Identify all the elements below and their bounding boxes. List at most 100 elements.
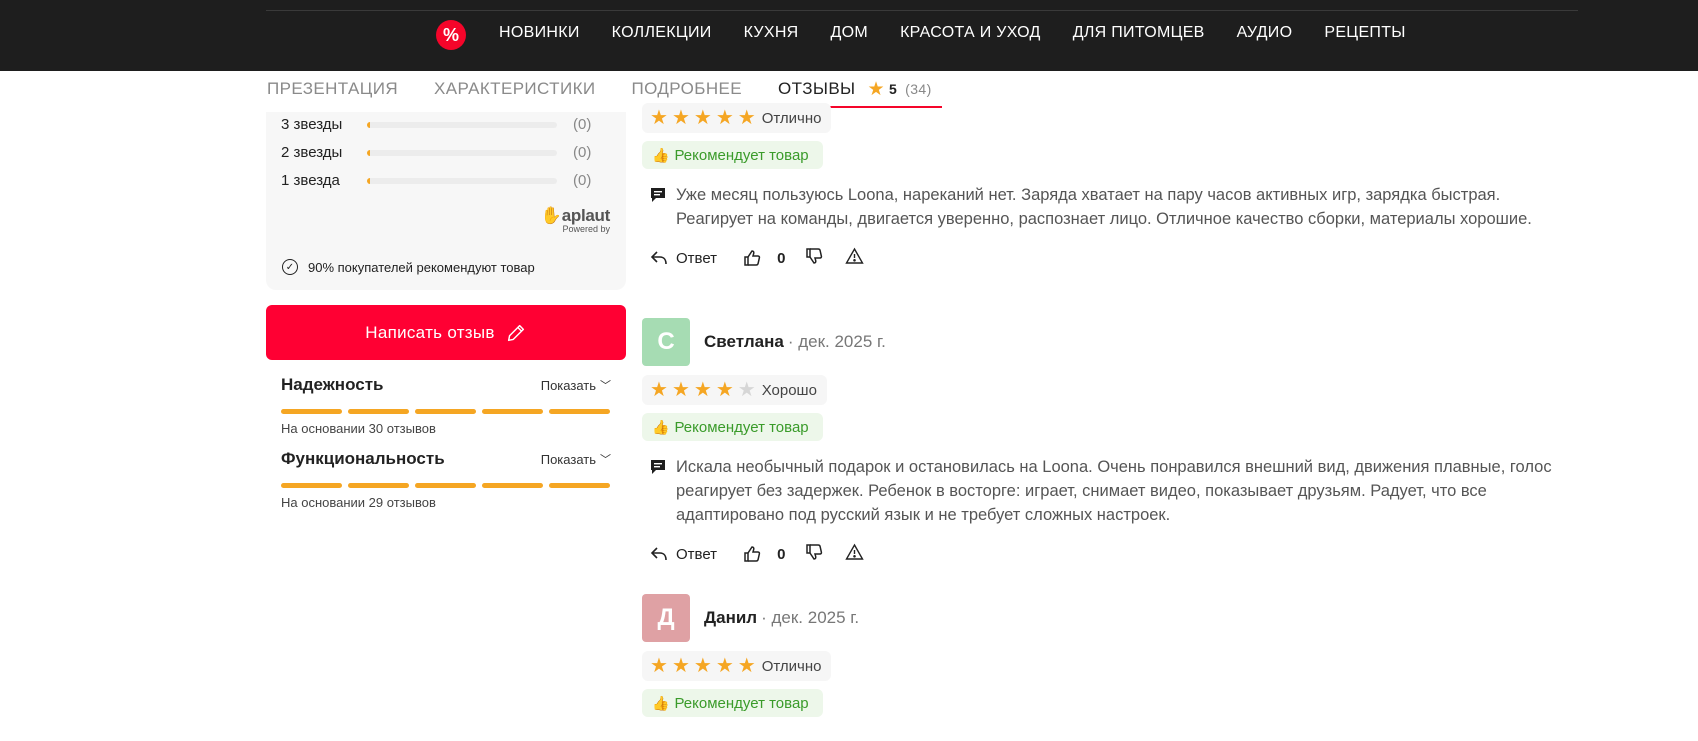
star-icon: ★ (737, 655, 756, 677)
star-icon: ★ (650, 379, 668, 401)
recommend-summary: ✓ 90% покупателей рекомендуют товар (282, 259, 535, 275)
tab-reviews-score: 5 (888, 81, 898, 97)
reply-button[interactable]: Ответ (650, 546, 717, 563)
param-reliability: Надежность Показать ﹀ На основании 30 отз… (281, 375, 611, 436)
report-button[interactable] (845, 543, 865, 565)
star-icon: ★ (693, 655, 712, 677)
recommend-badge: 👍 Рекомендует товар (642, 689, 823, 717)
param-basis: На основании 30 отзывов (281, 421, 436, 436)
star-icon: ★ (867, 78, 885, 100)
rating-row-count: (0) (573, 116, 592, 133)
nav-item-collections[interactable]: КОЛЛЕКЦИИ (612, 24, 712, 42)
review-stars: ★ ★ ★ ★ ★ Отлично (642, 103, 832, 133)
recommend-badge: 👍 Рекомендует товар (642, 413, 823, 441)
top-navigation: % НОВИНКИ КОЛЛЕКЦИИ КУХНЯ ДОМ КРАСОТА И … (0, 0, 1698, 71)
thumbs-down-outline-icon (806, 544, 823, 560)
rating-row-bar (367, 177, 557, 184)
warning-icon (845, 247, 865, 264)
sale-badge[interactable]: % (436, 20, 466, 50)
param-functionality: Функциональность Показать ﹀ На основании … (281, 449, 611, 510)
tab-reviews-count: (34) (905, 81, 932, 97)
check-circle-icon: ✓ (282, 259, 298, 275)
review-item: ★ ★ ★ ★ ★ Отлично 👍 Рекомендует товар Уже мес… (642, 103, 1572, 269)
review-item: Д Данил · дек. 2025 г. ★ ★ ★ ★ ★ Отлично 👍 Ре… (642, 594, 1572, 717)
review-author: С Светлана · дек. 2025 г. (642, 318, 1572, 366)
aplaut-logo[interactable]: ✋aplaut Powered by (540, 206, 610, 234)
like-button[interactable] (743, 545, 761, 563)
review-verdict: Хорошо (761, 381, 817, 399)
chevron-down-icon: ﹀ (600, 454, 611, 466)
rating-row: 1 звезда (0) (281, 172, 591, 189)
star-icon: ★ (671, 379, 690, 401)
reply-arrow-icon (650, 547, 667, 561)
rating-row-count: (0) (573, 172, 592, 189)
rating-row: 2 звезды (0) (281, 144, 591, 161)
thumbs-up-icon: 👍 (652, 418, 670, 435)
review-verdict: Отлично (761, 109, 822, 127)
review-stars: ★ ★ ★ ★ ★ Хорошо (642, 375, 827, 405)
nav-item-kitchen[interactable]: КУХНЯ (744, 24, 799, 42)
tab-specifications[interactable]: ХАРАКТЕРИСТИКИ (434, 78, 595, 99)
review-actions: Ответ 0 (642, 247, 1572, 269)
warning-icon (845, 543, 865, 560)
rating-summary: 3 звезды (0) 2 звезды (0) 1 звезда (0) ✋… (266, 112, 626, 290)
write-review-button[interactable]: Написать отзыв (266, 305, 626, 360)
dislike-button[interactable] (805, 543, 823, 565)
param-level-bar (281, 409, 611, 414)
review-stars: ★ ★ ★ ★ ★ Отлично (642, 651, 832, 681)
nav-item-recipes[interactable]: РЕЦЕПТЫ (1324, 24, 1405, 42)
star-icon: ★ (650, 655, 668, 677)
nav-item-beauty[interactable]: КРАСОТА И УХОД (900, 24, 1041, 42)
review-text: Уже месяц пользуюсь Loona, нареканий нет… (642, 183, 1572, 231)
star-icon: ★ (671, 107, 690, 129)
author-name: Данил (704, 608, 758, 627)
thumbs-down-outline-icon (806, 248, 823, 264)
review-author: Д Данил · дек. 2025 г. (642, 594, 1572, 642)
nav-divider (266, 10, 1578, 11)
reply-arrow-icon (650, 251, 667, 265)
review-date: · дек. 2025 г. (761, 608, 860, 627)
rating-row-label: 2 звезды (281, 144, 343, 161)
rating-row-count: (0) (573, 144, 592, 161)
param-basis: На основании 29 отзывов (281, 495, 436, 510)
nav-item-home[interactable]: ДОМ (831, 24, 869, 42)
rating-row: 3 звезды (0) (281, 116, 591, 133)
param-show-button[interactable]: Показать ﹀ (541, 451, 611, 467)
review-actions: Ответ 0 (642, 543, 1572, 565)
reply-button[interactable]: Ответ (650, 250, 717, 267)
vote-count: 0 (777, 249, 786, 267)
param-level-bar (281, 483, 611, 488)
nav-item-new[interactable]: НОВИНКИ (499, 24, 580, 42)
avatar: С (642, 318, 690, 366)
recommend-badge: 👍 Рекомендует товар (642, 141, 823, 169)
like-button[interactable] (743, 249, 761, 267)
pencil-icon (507, 324, 524, 341)
rating-row-label: 3 звезды (281, 116, 343, 133)
comment-icon (651, 460, 665, 474)
comment-icon (651, 188, 665, 202)
dislike-button[interactable] (805, 247, 823, 269)
param-show-button[interactable]: Показать ﹀ (541, 377, 611, 393)
author-name: Светлана (704, 332, 784, 351)
avatar: Д (642, 594, 690, 642)
star-icon: ★ (715, 107, 734, 129)
write-review-label: Написать отзыв (365, 322, 495, 342)
report-button[interactable] (845, 247, 865, 269)
review-date: · дек. 2025 г. (787, 332, 886, 351)
review-item: С Светлана · дек. 2025 г. ★ ★ ★ ★ ★ Хорошо 👍… (642, 318, 1572, 565)
rating-row-label: 1 звезда (281, 172, 340, 189)
thumbs-up-icon: 👍 (652, 694, 670, 711)
rating-row-bar (367, 149, 557, 156)
star-icon: ★ (715, 379, 734, 401)
thumbs-up-outline-icon (744, 546, 761, 562)
star-icon: ★ (693, 379, 712, 401)
nav-item-audio[interactable]: АУДИО (1237, 24, 1293, 42)
review-text: Искала необычный подарок и остановилась … (642, 455, 1572, 527)
tab-presentation[interactable]: ПРЕЗЕНТАЦИЯ (267, 78, 398, 99)
nav-item-pets[interactable]: ДЛЯ ПИТОМЦЕВ (1073, 24, 1205, 42)
aplaut-hand-icon: ✋ (540, 206, 562, 225)
star-icon: ★ (671, 655, 690, 677)
star-empty-icon: ★ (737, 379, 756, 401)
tab-details[interactable]: ПОДРОБНЕЕ (632, 78, 742, 99)
star-icon: ★ (693, 107, 712, 129)
